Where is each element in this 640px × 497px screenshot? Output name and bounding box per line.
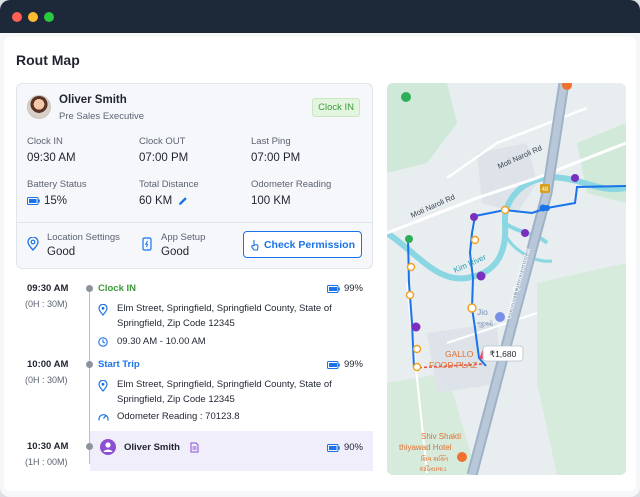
entry-battery: 99% bbox=[343, 283, 363, 294]
employee-summary-card: Oliver Smith Pre Sales Executive Clock I… bbox=[16, 83, 373, 269]
battery-label: Battery Status bbox=[27, 179, 87, 190]
restaurant-poi-icon bbox=[457, 452, 467, 462]
entry-address-line2: Springfield, Zip Code 12345 bbox=[117, 394, 235, 405]
avatar bbox=[27, 95, 51, 119]
location-settings-value: Good bbox=[47, 246, 76, 258]
entry-duration: (0H : 30M) bbox=[25, 299, 68, 309]
employee-role: Pre Sales Executive bbox=[59, 111, 145, 122]
distance-label: Total Distance bbox=[139, 179, 199, 190]
clock-out-stat: Clock OUT 07:00 PM bbox=[139, 136, 188, 164]
battery-value: 15% bbox=[44, 195, 68, 207]
price-tag-label: ₹1,680 bbox=[490, 349, 517, 359]
clock-out-label: Clock OUT bbox=[139, 136, 186, 147]
entry-detail: Odometer Reading : 70123.8 bbox=[117, 411, 240, 422]
park-area bbox=[537, 263, 626, 475]
location-settings-stat: Location Settings Good bbox=[47, 232, 120, 258]
poi-label-gallo: GALLO bbox=[445, 349, 474, 359]
entry-address-line2: Springfield, Zip Code 12345 bbox=[117, 318, 235, 329]
location-pin-icon bbox=[98, 304, 108, 316]
page-title: Rout Map bbox=[16, 52, 80, 68]
app-setup-value: Good bbox=[161, 246, 190, 258]
highway-shield-label: 48 bbox=[542, 187, 549, 193]
park-poi-icon bbox=[401, 92, 411, 102]
activity-timeline[interactable]: 09:30 AM (0H : 30M) Clock IN 99% Elm Str… bbox=[16, 275, 373, 475]
entry-time: 10:00 AM bbox=[27, 359, 69, 370]
employee-name: Oliver Smith bbox=[59, 94, 127, 106]
edit-pencil-icon[interactable] bbox=[178, 196, 188, 206]
entry-address-line1: Elm Street, Springfield, Springfield Cou… bbox=[117, 303, 332, 314]
poi-label-shiv-shakti: Shiv Shakti bbox=[421, 432, 461, 441]
timeline-dot bbox=[86, 285, 93, 292]
entry-duration: (0H : 30M) bbox=[25, 375, 68, 385]
location-pin-icon bbox=[98, 380, 108, 392]
location-pin-icon bbox=[27, 237, 39, 251]
close-window-button[interactable] bbox=[12, 11, 22, 22]
app-window: Rout Map Oliver Smith Pre Sales Executiv… bbox=[0, 0, 640, 497]
odometer-stat: Odometer Reading 100 KM bbox=[251, 179, 331, 207]
entry-event: Start Trip bbox=[98, 359, 140, 370]
entry-detail: 09.30 AM - 10.00 AM bbox=[117, 336, 206, 347]
entry-event: Oliver Smith bbox=[124, 442, 180, 453]
maximize-window-button[interactable] bbox=[44, 11, 54, 22]
poi-label-jio-local: જીઓ bbox=[477, 320, 493, 328]
battery-icon bbox=[326, 284, 340, 293]
app-setup-label: App Setup bbox=[161, 232, 206, 243]
entry-time: 10:30 AM bbox=[27, 441, 69, 452]
poi-label-food-plaza: FOOD PLAZ bbox=[429, 360, 477, 370]
phone-icon bbox=[142, 237, 152, 251]
page-content: Rout Map Oliver Smith Pre Sales Executiv… bbox=[4, 37, 636, 491]
distance-value: 60 KM bbox=[139, 195, 173, 207]
speedometer-icon bbox=[98, 414, 109, 421]
entry-battery: 99% bbox=[343, 359, 363, 370]
touch-icon bbox=[251, 239, 259, 251]
battery-icon bbox=[326, 443, 340, 452]
route-map[interactable]: 48 Moti Naroli Rd Moti Naroli Rd Golden … bbox=[387, 83, 626, 475]
clock-icon bbox=[98, 337, 108, 347]
poi-label-hotel: thiyawad Hotel bbox=[399, 443, 452, 452]
status-badge: Clock IN bbox=[312, 98, 360, 117]
card-divider bbox=[17, 222, 372, 223]
clock-in-label: Clock IN bbox=[27, 136, 63, 147]
battery-icon bbox=[27, 196, 40, 205]
battery-icon bbox=[326, 360, 340, 369]
price-tag[interactable]: ₹1,680 bbox=[482, 345, 524, 362]
app-setup-stat: App Setup Good bbox=[161, 232, 205, 258]
last-ping-label: Last Ping bbox=[251, 136, 291, 147]
timeline-dot bbox=[86, 443, 93, 450]
poi-label-local-2: કાઠિયાવાડ bbox=[419, 465, 447, 473]
entry-battery: 90% bbox=[343, 442, 363, 453]
document-icon[interactable] bbox=[190, 442, 199, 453]
title-bar bbox=[0, 0, 640, 33]
map-canvas[interactable]: 48 Moti Naroli Rd Moti Naroli Rd Golden … bbox=[387, 83, 626, 475]
poi-label-local-1: શિવ શક્તિ bbox=[421, 455, 449, 463]
battery-stat: Battery Status 15% bbox=[27, 179, 87, 207]
clock-in-value: 09:30 AM bbox=[27, 152, 76, 164]
clock-in-stat: Clock IN 09:30 AM bbox=[27, 136, 76, 164]
check-permission-label: Check Permission bbox=[263, 238, 356, 251]
last-ping-value: 07:00 PM bbox=[251, 152, 301, 164]
last-ping-stat: Last Ping 07:00 PM bbox=[251, 136, 300, 164]
entry-duration: (1H : 00M) bbox=[25, 457, 68, 467]
timeline-connector bbox=[89, 289, 90, 464]
user-avatar-icon bbox=[100, 439, 116, 455]
entry-address-line1: Elm Street, Springfield, Springfield Cou… bbox=[117, 379, 332, 390]
timeline-dot bbox=[86, 361, 93, 368]
entry-time: 09:30 AM bbox=[27, 283, 69, 294]
check-permission-button[interactable]: Check Permission bbox=[243, 231, 362, 258]
poi-label-jio: Jio bbox=[477, 307, 488, 317]
location-settings-label: Location Settings bbox=[47, 232, 120, 243]
distance-stat: Total Distance 60 KM bbox=[139, 179, 199, 207]
minimize-window-button[interactable] bbox=[28, 11, 38, 22]
odometer-value: 100 KM bbox=[251, 195, 291, 207]
entry-event: Clock IN bbox=[98, 283, 137, 294]
odometer-label: Odometer Reading bbox=[251, 179, 332, 190]
clock-out-value: 07:00 PM bbox=[139, 152, 189, 164]
